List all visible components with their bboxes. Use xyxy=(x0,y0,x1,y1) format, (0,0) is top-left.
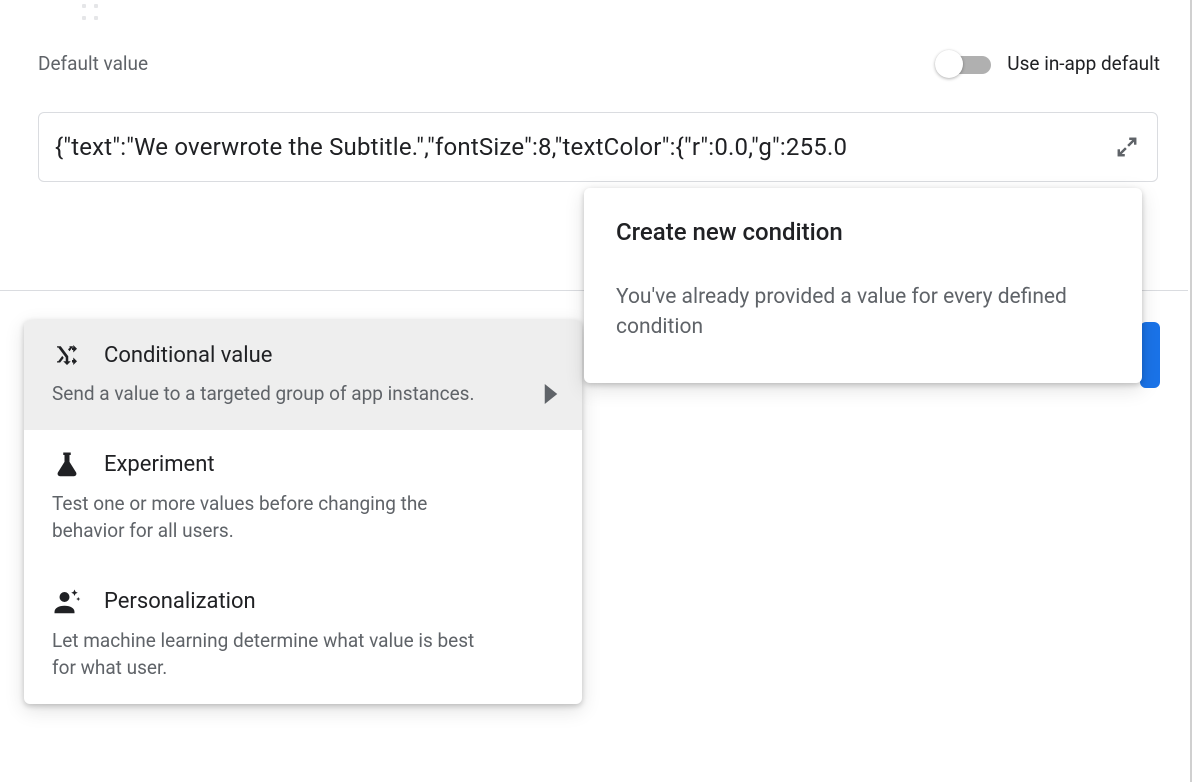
option-description: Let machine learning determine what valu… xyxy=(52,627,554,682)
option-personalization[interactable]: Personalization Let machine learning det… xyxy=(24,567,582,704)
add-value-menu: Conditional value Send a value to a targ… xyxy=(24,320,582,704)
option-title: Experiment xyxy=(104,452,215,477)
default-value-label: Default value xyxy=(38,52,148,75)
create-condition-popover: Create new condition You've already prov… xyxy=(584,188,1142,383)
use-in-app-default-label: Use in-app default xyxy=(1007,52,1160,75)
flask-icon xyxy=(52,450,82,480)
drag-handle[interactable] xyxy=(82,4,98,20)
option-title: Conditional value xyxy=(104,343,272,368)
create-condition-title: Create new condition xyxy=(616,218,1110,246)
use-in-app-default-toggle[interactable] xyxy=(935,54,991,74)
default-value-text: {"text":"We overwrote the Subtitle.","fo… xyxy=(55,133,1103,161)
option-conditional-value[interactable]: Conditional value Send a value to a targ… xyxy=(24,320,582,430)
option-experiment[interactable]: Experiment Test one or more values befor… xyxy=(24,430,582,567)
default-value-input[interactable]: {"text":"We overwrote the Subtitle.","fo… xyxy=(38,112,1158,182)
expand-icon[interactable] xyxy=(1113,133,1141,161)
option-description: Send a value to a targeted group of app … xyxy=(52,380,554,408)
option-description: Test one or more values before changing … xyxy=(52,490,554,545)
primary-button-peek xyxy=(1140,322,1160,388)
chevron-right-icon xyxy=(544,384,558,408)
person-sparkle-icon xyxy=(52,587,82,617)
conditional-icon xyxy=(52,340,82,370)
create-condition-body: You've already provided a value for ever… xyxy=(616,282,1110,343)
option-title: Personalization xyxy=(104,589,256,614)
